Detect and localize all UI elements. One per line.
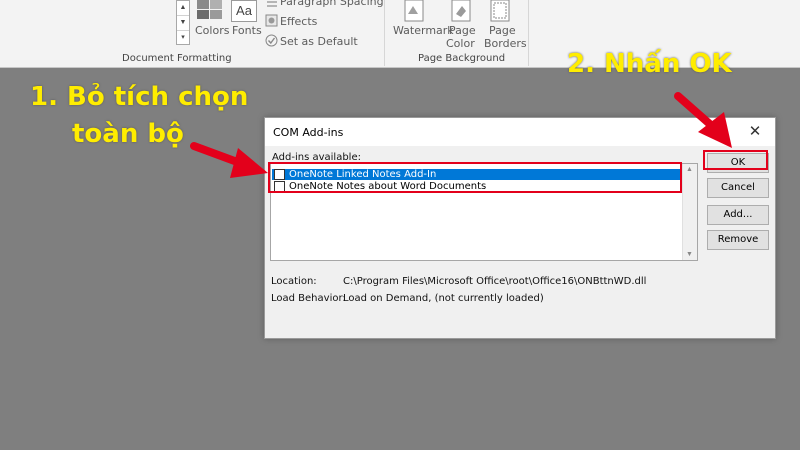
group-separator-2 — [528, 0, 529, 66]
list-scrollbar[interactable]: ▲ ▼ — [682, 164, 697, 260]
load-behavior-label: Load Behavior: — [271, 293, 346, 304]
location-label: Location: — [271, 276, 317, 287]
set-default-label[interactable]: Set as Default — [280, 35, 358, 48]
arrow-step1-icon — [190, 142, 268, 178]
annotation-step2: 2. Nhấn OK — [567, 49, 732, 79]
paragraph-spacing-label[interactable]: Paragraph Spacing — [280, 0, 384, 8]
watermark-label[interactable]: Watermark — [393, 24, 454, 37]
fonts-label[interactable]: Fonts — [232, 24, 262, 37]
group-page-background: Page Background — [418, 53, 506, 64]
annotation-step1-line2: toàn bộ — [72, 119, 184, 149]
addins-highlight-box — [268, 162, 682, 193]
dialog-title: COM Add-ins — [273, 126, 344, 139]
page-color-label-2[interactable]: Color — [446, 37, 475, 50]
page-color-label-1[interactable]: Page — [449, 24, 476, 37]
page-borders-label-1[interactable]: Page — [489, 24, 516, 37]
arrow-step2-icon — [674, 92, 732, 148]
add-button[interactable]: Add... — [707, 205, 769, 225]
colors-label[interactable]: Colors — [195, 24, 229, 37]
fonts-icon[interactable]: Aa — [231, 0, 257, 22]
set-default-icon[interactable] — [265, 34, 278, 47]
remove-button[interactable]: Remove — [707, 230, 769, 250]
page-color-icon[interactable] — [450, 0, 472, 22]
close-icon[interactable]: ✕ — [743, 122, 767, 142]
group-document-formatting: Document Formatting — [122, 53, 232, 64]
more-icon[interactable]: ▾ — [177, 31, 189, 45]
annotation-step1-line1: 1. Bỏ tích chọn — [30, 82, 249, 112]
colors-icon[interactable] — [196, 0, 224, 20]
scroll-up-icon[interactable]: ▲ — [177, 1, 189, 16]
watermark-icon[interactable] — [403, 0, 425, 22]
paragraph-spacing-icon[interactable] — [266, 0, 278, 8]
page-borders-label-2[interactable]: Borders — [484, 37, 527, 50]
ok-highlight-box — [703, 150, 768, 170]
cancel-button[interactable]: Cancel — [707, 178, 769, 198]
page-borders-icon[interactable] — [489, 0, 511, 22]
effects-label[interactable]: Effects — [280, 15, 317, 28]
scroll-down-icon[interactable]: ▼ — [686, 251, 693, 258]
effects-icon[interactable] — [265, 14, 278, 27]
scroll-down-icon[interactable]: ▼ — [177, 16, 189, 31]
scroll-up-icon[interactable]: ▲ — [686, 166, 693, 173]
style-gallery-scroll[interactable]: ▲ ▼ ▾ — [176, 0, 190, 45]
group-separator — [384, 0, 385, 66]
load-behavior-value: Load on Demand, (not currently loaded) — [343, 293, 544, 304]
location-value: C:\Program Files\Microsoft Office\root\O… — [343, 276, 647, 287]
